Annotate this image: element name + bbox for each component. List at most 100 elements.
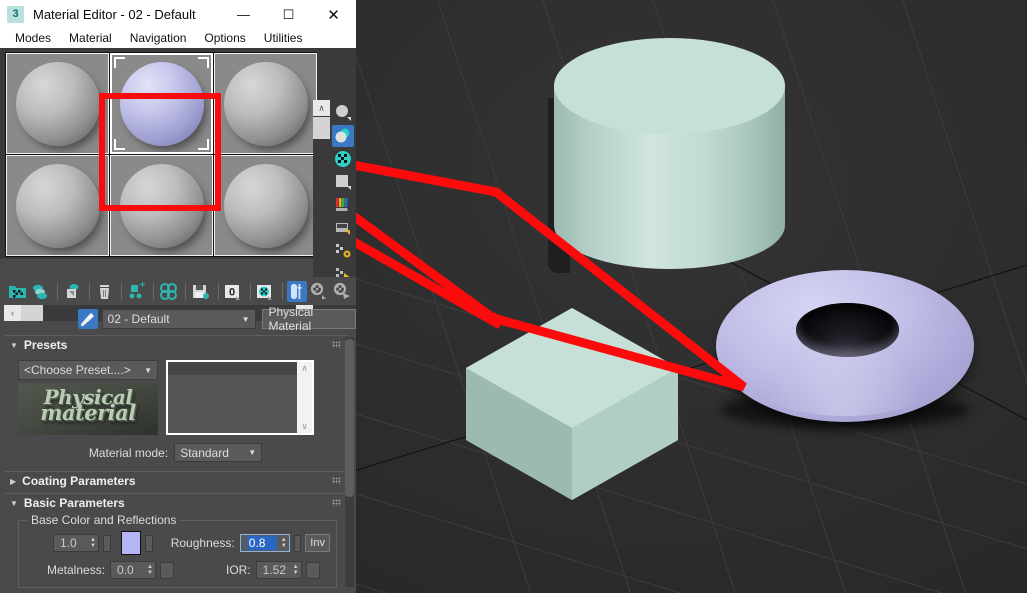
preset-list-items[interactable] [168,362,297,433]
menu-item-modes[interactable]: Modes [6,29,60,48]
rollout-panel-scrollbar[interactable] [345,337,354,587]
scroll-thumb[interactable] [345,339,354,497]
minimize-button[interactable]: — [221,0,266,29]
show-end-result-icon[interactable] [286,280,307,302]
sample-slot-1[interactable] [6,53,109,154]
torus-object[interactable] [716,270,974,422]
go-forward-to-sibling-icon[interactable] [333,281,353,302]
rollout-presets[interactable]: ▼ Presets <Choose Preset....> ▼ Physical… [4,335,347,468]
viewport-3d-scene[interactable] [356,0,1027,593]
toolbar-separator [217,282,219,300]
material-editor-window[interactable]: 3 Material Editor - 02 - Default — ☐ ✕ M… [0,0,356,593]
preset-row: <Choose Preset....> ▼ Physical material [4,358,347,435]
background-checker-icon[interactable] [332,148,354,170]
rollout-coating-header[interactable]: ▶ Coating Parameters [4,471,347,490]
material-name-field[interactable]: 02 - Default ▼ [101,309,256,329]
make-unique-icon[interactable] [158,281,178,302]
rollout-presets-header[interactable]: ▼ Presets [4,335,347,354]
roughness-map-button[interactable] [293,534,302,552]
spinner-arrows-icon[interactable]: ▲ ▼ [147,564,153,576]
spinner-arrows-icon[interactable]: ▲ ▼ [90,537,96,549]
scroll-up-button[interactable]: ∧ [313,100,330,116]
sample-uv-tiling-icon[interactable] [332,171,354,193]
window-buttons[interactable]: — ☐ ✕ [221,0,356,29]
rollout-basic-title: Basic Parameters [23,496,125,510]
scroll-thumb[interactable] [313,117,330,139]
rollout-coating-parameters[interactable]: ▶ Coating Parameters [4,471,347,490]
chevron-down-icon[interactable]: ▼ [242,315,250,324]
roughness-value[interactable]: 0.8 [246,536,277,550]
close-button[interactable]: ✕ [311,0,356,29]
rollout-grip[interactable] [332,341,341,348]
preset-preview-image: Physical material [18,383,158,435]
spinner-arrows-icon[interactable]: ▲ ▼ [281,537,287,549]
sample-slot-6[interactable] [214,155,317,256]
show-shaded-material-in-viewport-icon[interactable] [255,281,275,302]
video-color-check-icon[interactable] [332,194,354,216]
base-color-map-button[interactable] [145,534,153,552]
base-color-swatch[interactable] [120,531,142,555]
box-object[interactable] [456,300,746,530]
material-id-channel-icon[interactable]: 0 [222,281,242,302]
rollout-grip[interactable] [332,477,341,484]
menu-item-material[interactable]: Material [60,29,121,48]
scroll-up-button[interactable]: ∧ [301,363,308,374]
make-preview-icon[interactable] [332,217,354,239]
chevron-down-icon[interactable]: ▼ [10,341,18,350]
rollout-coating-title: Coating Parameters [22,474,136,488]
roughness-spinner[interactable]: 0.8 ▲ ▼ [239,534,290,552]
chevron-right-icon[interactable]: ▶ [10,477,16,486]
base-weight-spinner[interactable]: 1.0 ▲ ▼ [53,534,99,552]
maximize-button[interactable]: ☐ [266,0,311,29]
menu-item-navigation[interactable]: Navigation [121,29,196,48]
material-type-button[interactable]: Physical Material [261,305,356,333]
preset-list-scrollbar[interactable]: ∧ ∨ [297,362,312,433]
menu-item-options[interactable]: Options [195,29,254,48]
go-to-parent-icon[interactable] [310,281,330,302]
toolbar-separator [185,282,187,300]
put-material-to-scene-icon[interactable] [30,281,50,302]
ior-map-button[interactable] [305,561,320,579]
roughness-invert-button[interactable]: Inv [305,534,330,552]
metalness-spinner[interactable]: 0.0 ▲ ▼ [110,561,156,579]
base-weight-map-button[interactable] [102,534,111,552]
toolbar-separator [153,282,155,300]
material-mode-value: Standard [180,445,229,460]
reset-map-material-icon[interactable] [94,281,114,302]
sample-type-sphere-icon[interactable] [332,102,354,124]
assign-material-to-selection-icon[interactable] [62,281,82,302]
backlight-icon[interactable] [332,125,354,147]
rollout-presets-title: Presets [23,338,68,352]
choose-preset-dropdown[interactable]: <Choose Preset....> ▼ [18,360,158,380]
chevron-down-icon[interactable]: ▼ [144,366,152,375]
eyedropper-icon[interactable] [78,309,98,329]
rollout-panel[interactable]: ▼ Presets <Choose Preset....> ▼ Physical… [0,335,356,593]
svg-text:0: 0 [229,286,235,298]
sample-slot-4[interactable] [6,155,109,256]
sample-slot-3[interactable] [214,53,317,154]
menu-bar[interactable]: Modes Material Navigation Options Utilit… [0,29,356,48]
preset-list-selected-row[interactable] [168,362,297,375]
rollout-basic-header[interactable]: ▼ Basic Parameters [4,493,347,512]
chevron-down-icon[interactable]: ▼ [10,499,18,508]
options-gear-icon[interactable] [332,240,354,262]
ior-spinner[interactable]: 1.52 ▲ ▼ [255,561,302,579]
spinner-arrows-icon[interactable]: ▲ ▼ [293,564,299,576]
rollout-grip[interactable] [332,499,341,506]
make-material-copy-icon[interactable] [126,281,146,302]
sample-slots-area[interactable]: ∧ ∨ ‹ › [0,48,356,321]
rollout-basic-parameters[interactable]: ▼ Basic Parameters Base Color and Reflec… [4,493,347,593]
scroll-down-button[interactable]: ∨ [301,421,308,432]
cylinder-object[interactable] [548,38,785,298]
title-bar[interactable]: 3 Material Editor - 02 - Default — ☐ ✕ [0,0,356,29]
material-editor-toolbar[interactable]: 0 [0,277,356,305]
metalness-map-button[interactable] [159,561,174,579]
material-name-row[interactable]: 02 - Default ▼ Physical Material [0,305,356,333]
get-material-icon[interactable] [7,281,27,302]
material-name-value: 02 - Default [107,312,170,326]
chevron-down-icon[interactable]: ▼ [248,448,256,457]
put-to-library-icon[interactable] [190,281,210,302]
material-mode-dropdown[interactable]: Standard ▼ [174,443,263,462]
preset-list-box[interactable]: ∧ ∨ [166,360,314,435]
menu-item-utilities[interactable]: Utilities [255,29,312,48]
